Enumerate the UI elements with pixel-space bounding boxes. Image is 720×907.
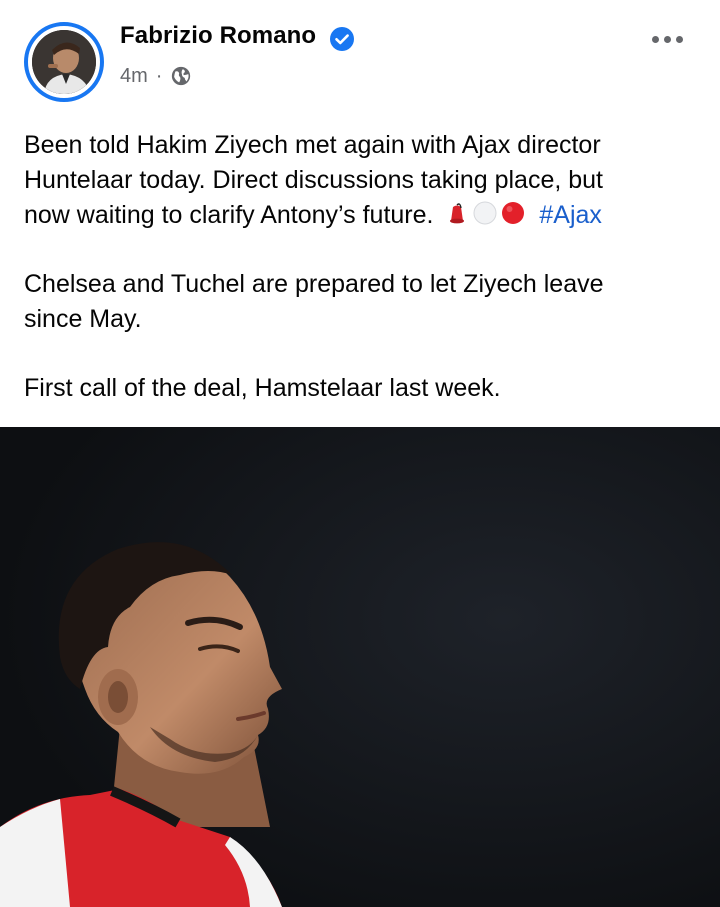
more-options-button[interactable] bbox=[644, 22, 690, 56]
post-text: Been told Hakim Ziyech met again with Aj… bbox=[24, 128, 696, 440]
more-dot-icon bbox=[651, 35, 659, 43]
avatar[interactable] bbox=[32, 30, 96, 94]
player-photo bbox=[0, 427, 720, 907]
globe-icon[interactable] bbox=[170, 65, 192, 87]
author-name[interactable]: Fabrizio Romano bbox=[120, 22, 316, 50]
fez-hat-emoji bbox=[450, 203, 465, 224]
post-line: Been told Hakim Ziyech met again with Aj… bbox=[24, 131, 601, 159]
post-header: Fabrizio Romano 4m · bbox=[0, 0, 720, 110]
post-line: Chelsea and Tuchel are prepared to let Z… bbox=[24, 270, 604, 298]
hashtag-link[interactable]: #Ajax bbox=[539, 201, 602, 229]
post-meta: 4m · bbox=[120, 62, 192, 90]
avatar-image bbox=[32, 30, 96, 94]
post-photo[interactable] bbox=[0, 427, 720, 907]
post-paragraph: Chelsea and Tuchel are prepared to let Z… bbox=[24, 267, 696, 337]
more-dot-icon bbox=[675, 35, 683, 43]
post-line: First call of the deal, Hamstelaar last … bbox=[24, 374, 501, 402]
post-line: Huntelaar today. Direct discussions taki… bbox=[24, 166, 604, 194]
red-circle-emoji bbox=[502, 202, 525, 224]
post-line: now waiting to clarify Antony’s future. bbox=[24, 201, 434, 229]
post-timestamp[interactable]: 4m bbox=[120, 65, 148, 88]
white-circle-emoji bbox=[473, 201, 497, 225]
post-line: since May. bbox=[24, 305, 142, 333]
post-paragraph: Been told Hakim Ziyech met again with Aj… bbox=[24, 128, 696, 233]
avatar-story-ring[interactable] bbox=[24, 22, 104, 102]
meta-separator: · bbox=[155, 64, 163, 87]
more-dot-icon bbox=[663, 35, 671, 43]
post-paragraph: First call of the deal, Hamstelaar last … bbox=[24, 371, 696, 406]
verified-badge-icon bbox=[330, 27, 354, 51]
emoji-group bbox=[444, 200, 526, 226]
